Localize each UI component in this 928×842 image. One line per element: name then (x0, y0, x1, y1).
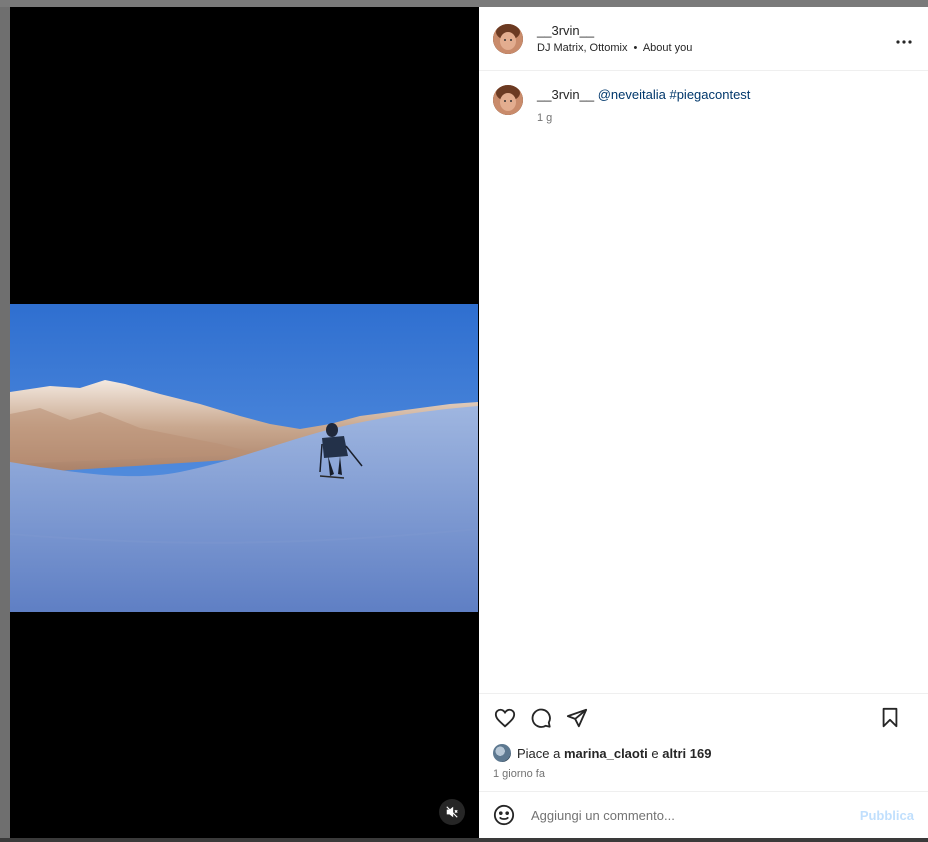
likes-text: Piace a marina_claoti e altri 169 (517, 746, 711, 761)
audio-artists[interactable]: DJ Matrix, Ottomix (537, 42, 627, 54)
backdrop-bottom (0, 838, 928, 842)
caption-age: 1 g (537, 112, 553, 124)
likes-middle: e (647, 745, 663, 761)
comment-icon (531, 708, 551, 728)
more-options-icon (896, 40, 912, 44)
comments-section: __3rvin__ @neveitalia #piegacontest 1 g (479, 71, 928, 693)
backdrop (0, 0, 928, 7)
emoji-icon (493, 804, 515, 826)
heart-icon (494, 708, 516, 728)
share-button[interactable] (565, 706, 589, 730)
likes-count[interactable]: altri 169 (662, 746, 711, 761)
caption-body: __3rvin__ @neveitalia #piegacontest 1 g (537, 85, 750, 124)
about-link[interactable]: About you (643, 42, 693, 54)
liker-avatar (493, 744, 511, 762)
caption-avatar[interactable] (493, 85, 523, 115)
mute-toggle-button[interactable] (439, 799, 465, 825)
post-modal: __3rvin__ DJ Matrix, Ottomix • About you (10, 7, 928, 838)
bookmark-icon (882, 707, 898, 728)
more-options-button[interactable] (896, 31, 912, 49)
liker-username[interactable]: marina_claoti (564, 746, 648, 761)
comment-input[interactable] (529, 806, 860, 824)
add-comment-bar: Pubblica (479, 791, 928, 838)
likes-summary[interactable]: Piace a marina_claoti e altri 169 (493, 744, 914, 762)
save-button[interactable] (878, 706, 902, 730)
post-media[interactable] (10, 7, 479, 838)
comment-button[interactable] (529, 706, 553, 730)
action-bar: Piace a marina_claoti e altri 169 1 gior… (479, 693, 928, 791)
likes-prefix: Piace a (517, 745, 564, 761)
caption: __3rvin__ @neveitalia #piegacontest 1 g (493, 85, 914, 124)
like-button[interactable] (493, 706, 517, 730)
muted-speaker-icon (446, 806, 458, 818)
author-info: __3rvin__ DJ Matrix, Ottomix • About you (537, 23, 692, 54)
author-avatar[interactable] (493, 23, 523, 54)
post-details-panel: __3rvin__ DJ Matrix, Ottomix • About you (479, 7, 928, 838)
post-header: __3rvin__ DJ Matrix, Ottomix • About you (479, 7, 928, 71)
caption-text[interactable]: @neveitalia #piegacontest (598, 87, 751, 102)
separator-dot: • (633, 42, 638, 54)
emoji-button[interactable] (493, 803, 517, 827)
post-date: 1 giorno fa (493, 768, 545, 780)
share-icon (566, 708, 588, 728)
publish-button[interactable]: Pubblica (860, 808, 914, 823)
caption-username[interactable]: __3rvin__ (537, 87, 594, 102)
caption-line: __3rvin__ @neveitalia #piegacontest (537, 87, 750, 102)
ski-video-frame[interactable] (10, 304, 478, 612)
action-icons (493, 706, 914, 730)
author-username[interactable]: __3rvin__ (537, 23, 692, 38)
audio-line: DJ Matrix, Ottomix • About you (537, 42, 692, 54)
